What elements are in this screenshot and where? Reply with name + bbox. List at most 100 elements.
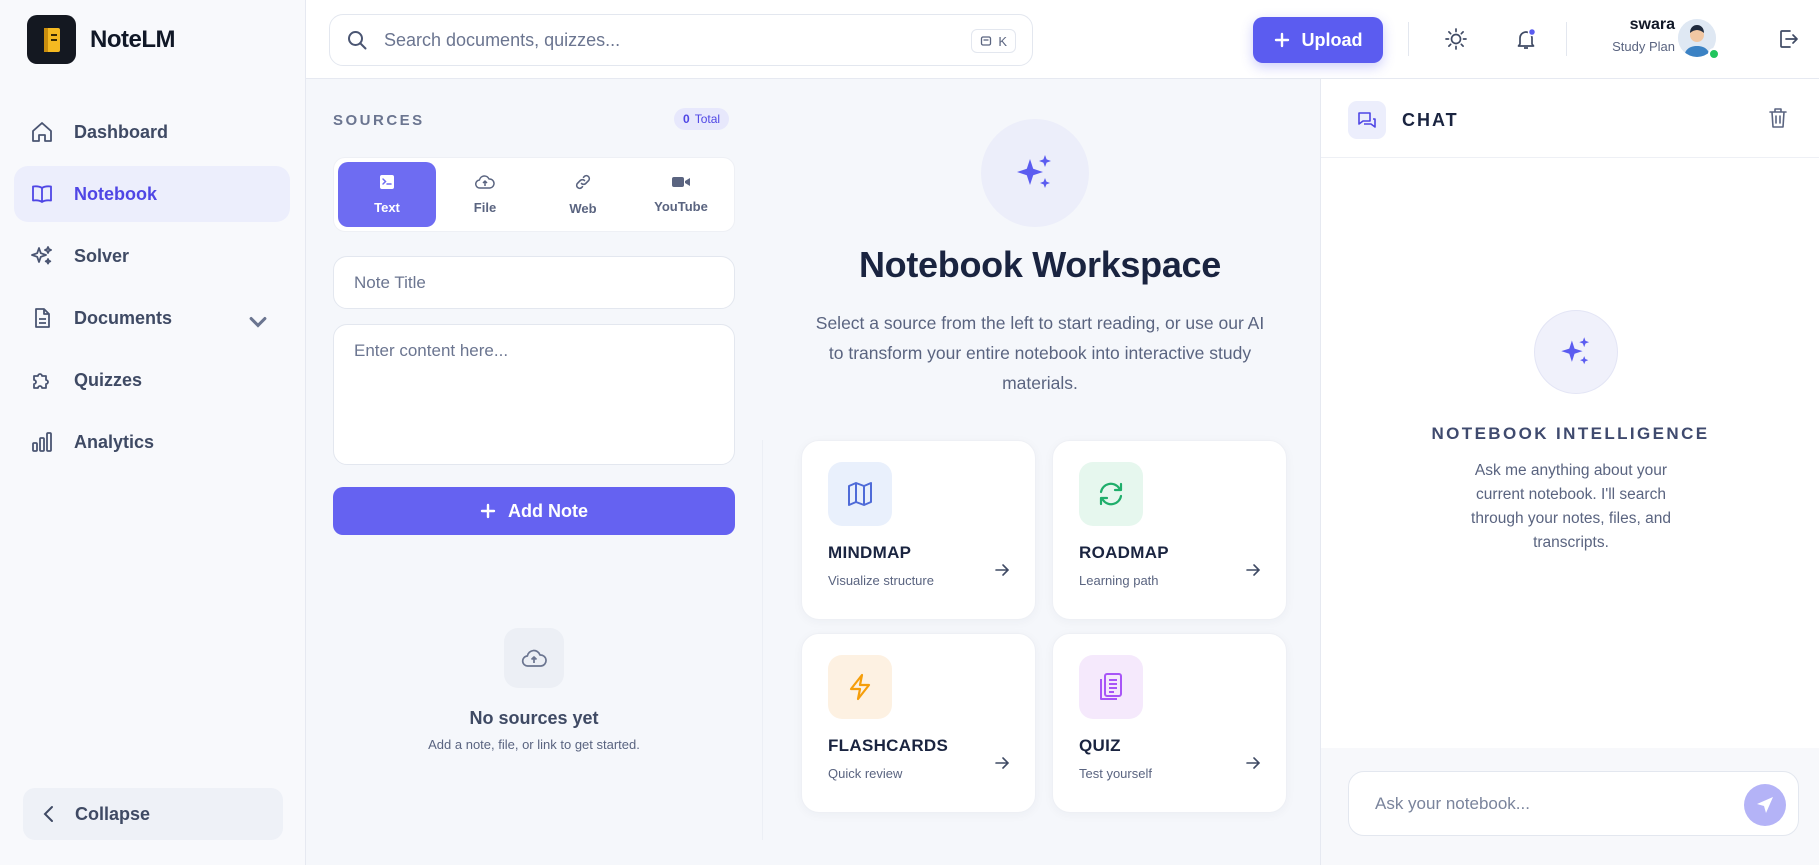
sidebar-item-label: Analytics	[74, 431, 155, 452]
intelligence-title: NOTEBOOK INTELLIGENCE	[1431, 424, 1710, 443]
sidebar-item-analytics[interactable]: Analytics	[14, 414, 290, 470]
arrow-right-icon	[1246, 757, 1261, 769]
map-icon	[828, 462, 892, 526]
bar-chart-icon	[32, 432, 52, 452]
sparkles-icon	[31, 246, 52, 265]
app-name: NoteLM	[90, 25, 175, 53]
divider	[1566, 22, 1567, 56]
chevron-down-icon[interactable]	[246, 310, 270, 334]
user-name: swara	[1629, 16, 1675, 33]
total-label: Total	[694, 112, 721, 126]
keyboard-shortcut: K	[971, 29, 1016, 53]
intelligence-description: Ask me anything about your current noteb…	[1471, 462, 1671, 551]
sources-title: SOURCES	[333, 112, 425, 129]
empty-state-subtitle: Add a note, file, or link to get started…	[428, 737, 640, 752]
sidebar-item-solver[interactable]: Solver	[14, 228, 290, 284]
logout-button[interactable]	[1774, 25, 1802, 53]
lightning-icon	[828, 655, 892, 719]
chat-input-placeholder: Ask your notebook...	[1375, 793, 1530, 813]
terminal-icon	[380, 175, 394, 189]
empty-state-title: No sources yet	[469, 708, 599, 728]
roadmap-card[interactable]: ROADMAP Learning path	[1052, 440, 1287, 620]
chat-input[interactable]: Ask your notebook...	[1348, 771, 1799, 836]
card-subtitle: Test yourself	[1079, 766, 1152, 781]
brand[interactable]: NoteLM	[27, 15, 175, 64]
sidebar-nav: Dashboard Notebook Solver Documents Quiz…	[14, 104, 290, 476]
sidebar-item-label: Notebook	[74, 183, 157, 204]
note-title-input[interactable]: Note Title	[333, 256, 735, 309]
shortcut-key: K	[998, 33, 1007, 49]
book-icon	[32, 185, 52, 203]
home-icon	[32, 122, 52, 142]
chevron-left-icon	[43, 806, 53, 822]
card-subtitle: Visualize structure	[828, 573, 934, 588]
user-plan: Study Plan	[1612, 39, 1675, 54]
tab-text[interactable]: Text	[338, 162, 436, 227]
sidebar-item-documents[interactable]: Documents	[14, 290, 290, 346]
clipboard-icon	[1079, 655, 1143, 719]
arrow-right-icon	[995, 564, 1010, 576]
quiz-card[interactable]: QUIZ Test yourself	[1052, 633, 1287, 813]
video-icon	[672, 177, 690, 187]
tab-label: YouTube	[654, 199, 708, 214]
logout-icon	[1780, 30, 1798, 48]
search-input[interactable]: Search documents, quizzes... K	[329, 14, 1033, 66]
sidebar-item-quizzes[interactable]: Quizzes	[14, 352, 290, 408]
add-note-button[interactable]: Add Note	[333, 487, 735, 535]
app-logo-icon	[27, 15, 76, 64]
arrow-right-icon	[995, 757, 1010, 769]
online-status-indicator	[1708, 48, 1720, 60]
tab-label: File	[473, 200, 497, 215]
upload-button[interactable]: Upload	[1253, 17, 1383, 63]
sparkles-icon	[1534, 310, 1618, 394]
top-bar: Search documents, quizzes... K Upload sw…	[306, 0, 1819, 79]
theme-toggle-button[interactable]	[1442, 25, 1470, 53]
note-content-placeholder: Enter content here...	[354, 341, 509, 360]
sparkles-icon	[981, 119, 1089, 227]
user-info[interactable]: swara Study Plan	[1595, 16, 1675, 54]
source-type-tabs: Text File Web YouTube	[333, 157, 735, 232]
card-title: MINDMAP	[828, 543, 912, 562]
refresh-icon	[1079, 462, 1143, 526]
upload-label: Upload	[1301, 29, 1363, 50]
total-count: 0	[683, 112, 690, 126]
mindmap-card[interactable]: MINDMAP Visualize structure	[801, 440, 1036, 620]
send-button[interactable]	[1744, 784, 1786, 826]
chat-panel: CHAT NOTEBOOK INTELLIGENCE Ask me anythi…	[1320, 79, 1819, 865]
card-title: FLASHCARDS	[828, 736, 949, 755]
sidebar-item-label: Solver	[74, 245, 130, 266]
link-icon	[575, 174, 591, 190]
sidebar-item-label: Documents	[74, 307, 173, 328]
arrow-right-icon	[1246, 564, 1261, 576]
sidebar-item-label: Dashboard	[74, 121, 169, 142]
chat-bubbles-icon	[1348, 101, 1386, 139]
trash-icon[interactable]	[1768, 107, 1788, 129]
collapse-button[interactable]: Collapse	[23, 788, 283, 840]
tab-youtube[interactable]: YouTube	[632, 162, 730, 227]
sun-icon	[1445, 28, 1467, 50]
workspace-description: Select a source from the left to start r…	[815, 313, 1265, 393]
chat-title: CHAT	[1402, 110, 1459, 130]
note-title-placeholder: Note Title	[354, 272, 426, 292]
note-content-input[interactable]: Enter content here...	[333, 324, 735, 465]
tab-web[interactable]: Web	[534, 162, 632, 227]
add-note-label: Add Note	[508, 500, 588, 521]
sidebar-item-dashboard[interactable]: Dashboard	[14, 104, 290, 160]
search-icon	[348, 31, 367, 50]
notifications-button[interactable]	[1512, 25, 1540, 53]
divider	[1408, 22, 1409, 56]
send-icon	[1757, 797, 1773, 813]
bell-icon	[1517, 27, 1537, 49]
total-badge: 0 Total	[674, 108, 730, 130]
document-icon	[35, 308, 50, 328]
sidebar-item-notebook[interactable]: Notebook	[14, 166, 290, 222]
command-key-icon	[981, 36, 992, 46]
chat-header: CHAT	[1321, 79, 1819, 158]
sidebar: NoteLM Dashboard Notebook Solver Documen…	[0, 0, 306, 865]
tab-label: Web	[569, 201, 597, 216]
cloud-upload-icon	[504, 628, 564, 688]
flashcards-card[interactable]: FLASHCARDS Quick review	[801, 633, 1036, 813]
card-title: QUIZ	[1079, 736, 1121, 755]
puzzle-icon	[33, 373, 49, 389]
tab-file[interactable]: File	[436, 162, 534, 227]
